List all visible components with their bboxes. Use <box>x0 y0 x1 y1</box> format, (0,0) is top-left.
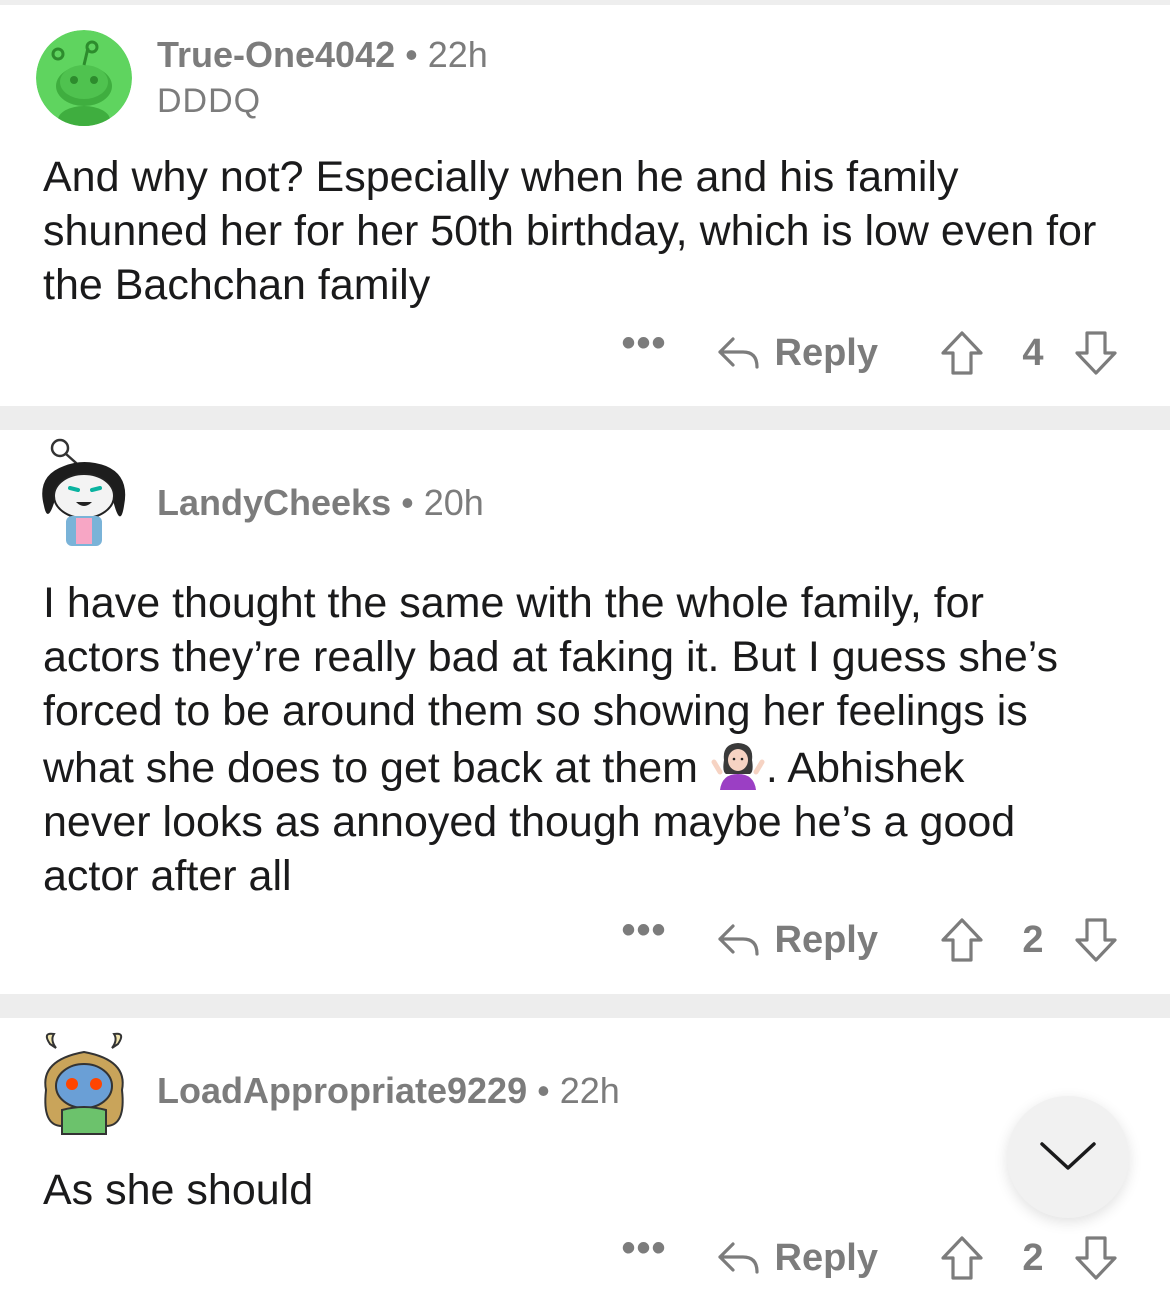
downvote-arrow-icon <box>1075 918 1117 962</box>
avatar[interactable] <box>36 436 132 546</box>
comment-age: 20h <box>423 482 484 523</box>
downvote-arrow-icon <box>1075 331 1117 375</box>
more-options-button[interactable]: ••• <box>622 910 667 950</box>
meta-separator: • <box>537 1070 550 1111</box>
more-options-button[interactable]: ••• <box>622 1228 667 1268</box>
comment-actions: ••• Reply 2 <box>622 910 1119 970</box>
avatar[interactable] <box>36 30 132 126</box>
comment-body: As she should <box>43 1166 314 1214</box>
comment-body: I have thought the same with the whole f… <box>43 576 1083 903</box>
more-options-button[interactable]: ••• <box>622 323 667 363</box>
snoo-blue-viking-avatar-icon <box>44 1032 124 1135</box>
comment-meta: LandyCheeks • 20h <box>157 482 484 524</box>
comment-age: 22h <box>427 34 488 75</box>
upvote-arrow-icon <box>941 1236 983 1280</box>
user-flair: DDDQ <box>157 82 262 120</box>
avatar[interactable] <box>36 1030 132 1135</box>
reply-label: Reply <box>774 1236 878 1279</box>
reply-button[interactable]: Reply <box>717 919 878 962</box>
reply-arrow-icon <box>717 337 759 369</box>
reply-button[interactable]: Reply <box>717 1237 878 1280</box>
username[interactable]: LoadAppropriate9229 <box>157 1070 527 1111</box>
comment-divider <box>0 406 1170 430</box>
shrugging-woman-emoji-icon <box>711 743 765 790</box>
comment-meta: True-One4042 • 22h <box>157 34 488 76</box>
top-divider <box>0 0 1170 5</box>
vote-score: 2 <box>1022 1236 1044 1279</box>
comment-meta: LoadAppropriate9229 • 22h <box>157 1070 620 1112</box>
reply-label: Reply <box>774 331 878 374</box>
upvote-button[interactable] <box>940 1235 984 1281</box>
reply-arrow-icon <box>717 1242 759 1274</box>
snoo-custom-avatar-icon <box>42 438 126 546</box>
snoo-green-avatar-icon <box>36 30 132 126</box>
chevron-down-icon <box>1040 1142 1096 1170</box>
reply-arrow-icon <box>717 924 759 956</box>
vote-score: 4 <box>1022 331 1044 374</box>
downvote-button[interactable] <box>1074 330 1118 376</box>
comment-thread: True-One4042 • 22h DDDQ And why not? Espec… <box>0 0 1170 1305</box>
username[interactable]: True-One4042 <box>157 34 395 75</box>
upvote-arrow-icon <box>941 918 983 962</box>
reply-label: Reply <box>774 918 878 961</box>
comment-actions: ••• Reply 2 <box>622 1228 1119 1288</box>
comment-divider <box>0 994 1170 1018</box>
comment-actions: ••• Reply 4 <box>622 323 1119 383</box>
meta-separator: • <box>405 34 418 75</box>
downvote-arrow-icon <box>1075 1236 1117 1280</box>
reply-button[interactable]: Reply <box>717 332 878 375</box>
upvote-button[interactable] <box>940 330 984 376</box>
comment-age: 22h <box>559 1070 620 1111</box>
jump-to-next-button[interactable] <box>1007 1096 1129 1218</box>
upvote-arrow-icon <box>941 331 983 375</box>
upvote-button[interactable] <box>940 917 984 963</box>
comment-body: And why not? Especially when he and his … <box>43 153 1097 309</box>
meta-separator: • <box>401 482 414 523</box>
vote-score: 2 <box>1022 918 1044 961</box>
downvote-button[interactable] <box>1074 917 1118 963</box>
username[interactable]: LandyCheeks <box>157 482 391 523</box>
downvote-button[interactable] <box>1074 1235 1118 1281</box>
